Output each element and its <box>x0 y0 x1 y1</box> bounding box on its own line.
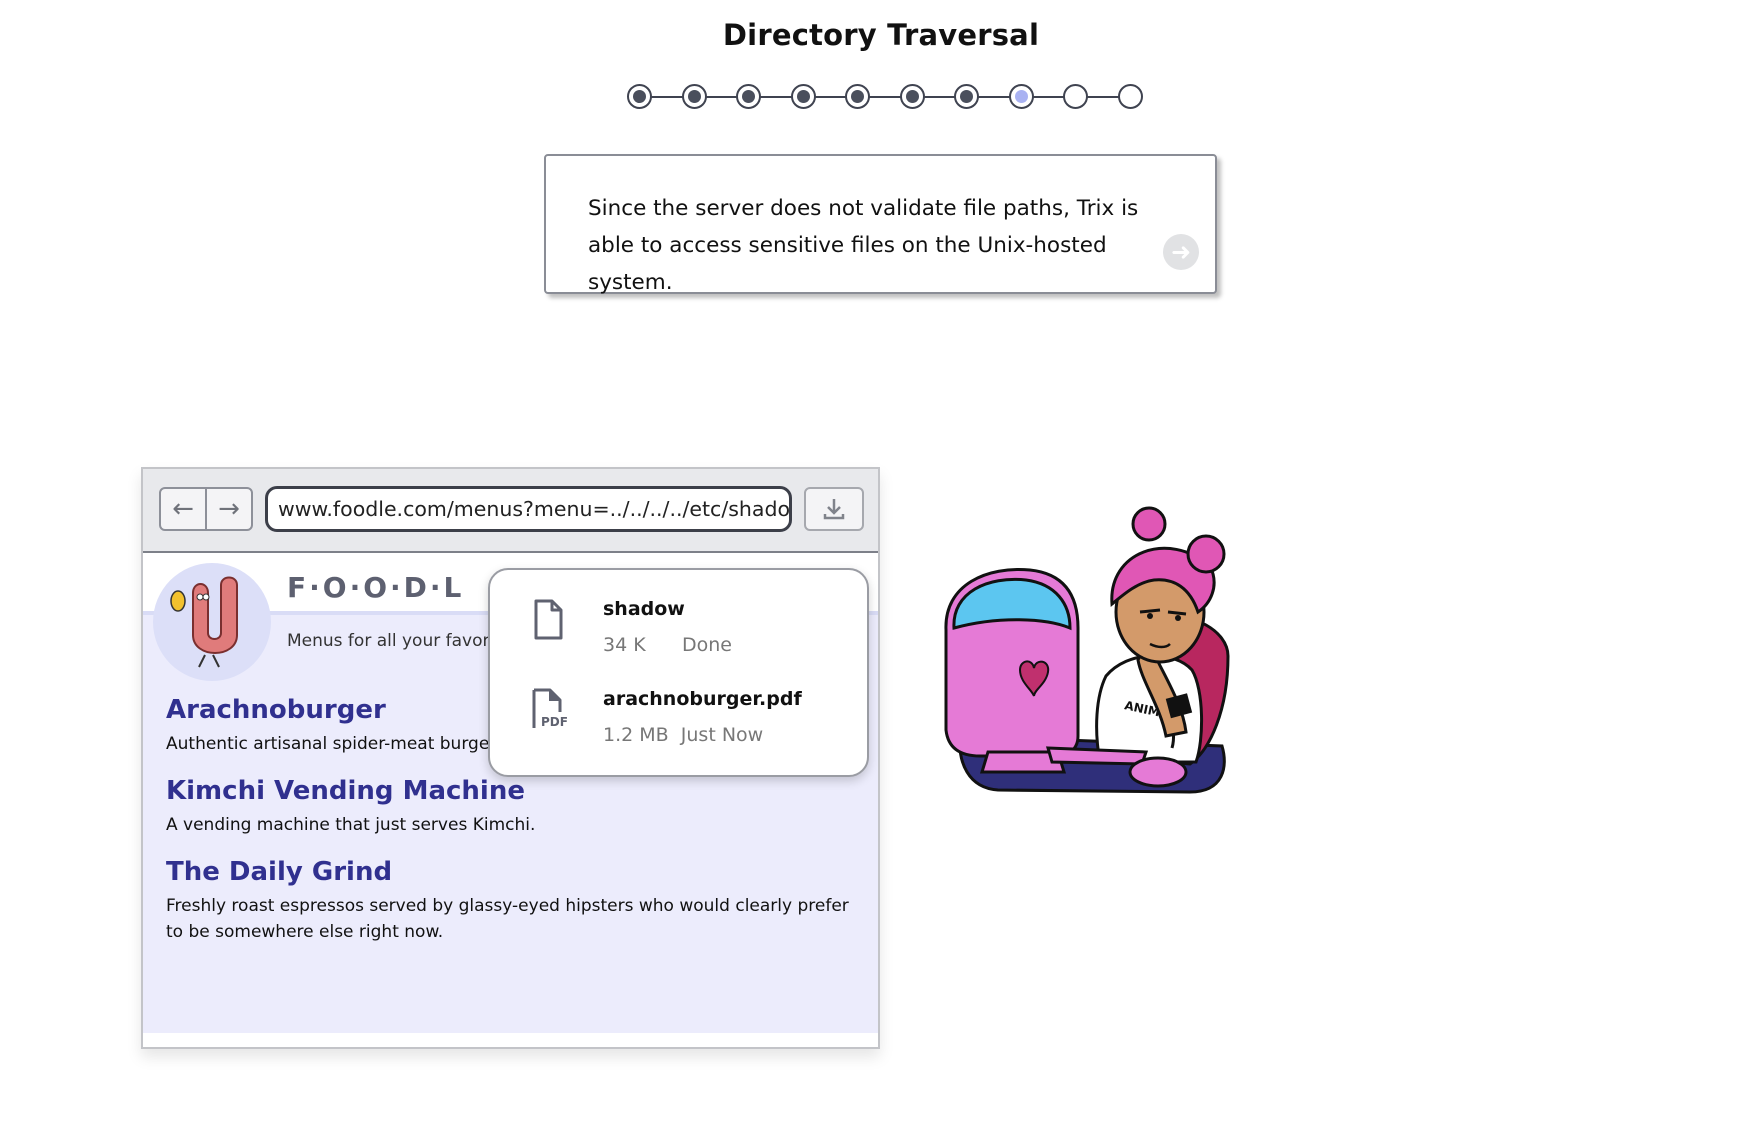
progress-step-7 <box>954 84 979 109</box>
site-brand: F·O·O·D·L <box>287 571 465 604</box>
download-filename: arachnoburger.pdf <box>603 688 802 710</box>
restaurant-item[interactable]: Kimchi Vending Machine A vending machine… <box>166 776 866 838</box>
pdf-file-icon: PDF <box>530 688 568 732</box>
dialog-text: Since the server does not validate file … <box>588 196 1139 295</box>
back-arrow-icon[interactable]: ← <box>161 489 207 529</box>
site-logo <box>153 563 271 681</box>
nav-buttons: ← → <box>159 487 253 531</box>
hacker-character-illustration: ANIME <box>928 500 1248 800</box>
restaurant-desc: A vending machine that just serves Kimch… <box>166 815 536 835</box>
forward-arrow-icon[interactable]: → <box>207 489 251 529</box>
download-icon[interactable] <box>804 487 864 531</box>
download-meta: 34 K Done <box>603 634 732 656</box>
file-icon <box>530 598 566 642</box>
restaurant-item[interactable]: The Daily Grind Freshly roast espressos … <box>166 857 866 945</box>
progress-step-5 <box>845 84 870 109</box>
progress-step-1 <box>627 84 652 109</box>
download-item[interactable]: shadow 34 K Done <box>490 576 867 666</box>
download-meta: 1.2 MB Just Now <box>603 724 763 746</box>
download-status: Done <box>681 634 732 656</box>
next-arrow-icon[interactable]: ➜ <box>1163 234 1199 270</box>
narration-dialog: Since the server does not validate file … <box>544 154 1217 295</box>
browser-toolbar: ← → www.foodle.com/menus?menu=../../../.… <box>143 469 878 553</box>
restaurant-desc: Freshly roast espressos served by glassy… <box>166 896 849 942</box>
site-tagline: Menus for all your favori <box>287 631 495 651</box>
restaurant-name[interactable]: Kimchi Vending Machine <box>166 776 866 806</box>
progress-step-9 <box>1063 84 1088 109</box>
restaurant-name[interactable]: The Daily Grind <box>166 857 866 887</box>
download-filename: shadow <box>603 598 685 620</box>
download-status: Just Now <box>680 724 764 746</box>
progress-step-2 <box>681 84 707 109</box>
downloads-popup: shadow 34 K Done PDF arachnoburger.pdf 1… <box>488 568 869 777</box>
progress-step-10 <box>1117 84 1143 109</box>
progress-step-8 <box>1008 84 1034 109</box>
download-item[interactable]: PDF arachnoburger.pdf 1.2 MB Just Now <box>490 666 867 756</box>
svg-text:PDF: PDF <box>541 715 568 729</box>
progress-line <box>639 96 1127 98</box>
download-size: 34 K <box>603 634 646 656</box>
progress-step-4 <box>790 84 816 109</box>
progress-step-6 <box>899 84 925 109</box>
url-input[interactable]: www.foodle.com/menus?menu=../../../../et… <box>265 486 792 532</box>
step-progress <box>627 84 1143 110</box>
download-size: 1.2 MB <box>603 724 669 746</box>
progress-step-3 <box>736 84 761 109</box>
page-title: Directory Traversal <box>722 18 1040 52</box>
